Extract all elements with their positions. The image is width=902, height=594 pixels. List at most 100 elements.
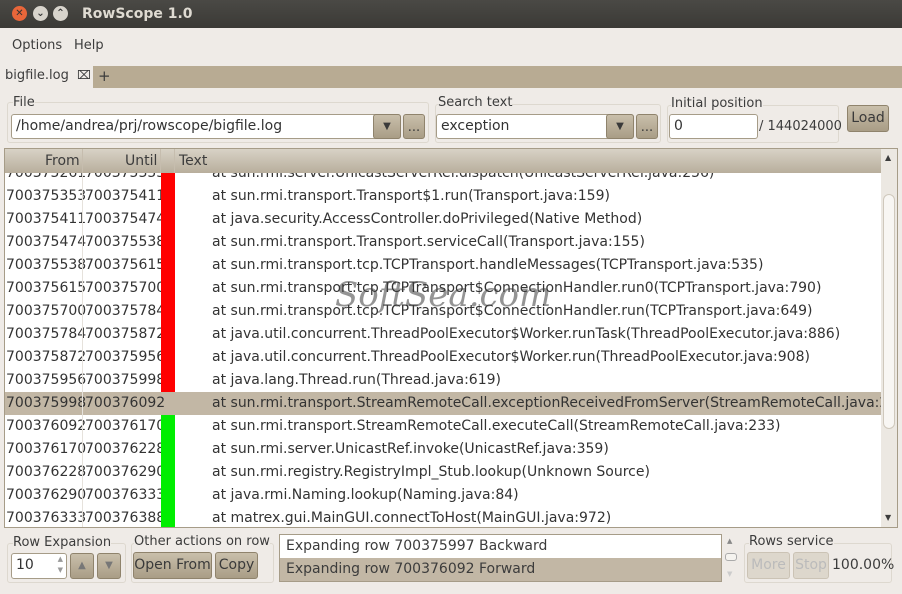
row-color-marker [161, 507, 175, 527]
table-row[interactable]: 700375615 700375700 at sun.rmi.transport… [5, 277, 883, 300]
table-row[interactable]: 700375700 700375784 at sun.rmi.transport… [5, 300, 883, 323]
table-row[interactable]: 700375411 700375474 at java.security.Acc… [5, 208, 883, 231]
position-input[interactable]: 0 [669, 114, 758, 139]
row-expansion-spinner[interactable]: 10 ▲ ▼ [11, 553, 67, 579]
maximize-icon[interactable]: ⌃ [53, 6, 68, 21]
row-color-marker [161, 461, 175, 484]
more-button[interactable]: More [747, 552, 790, 579]
tab-strip: bigfile.log ⌧ + [0, 66, 902, 88]
search-browse-button[interactable]: ... [636, 114, 658, 139]
close-icon[interactable]: ✕ [12, 6, 27, 21]
cell-until: 700375872 [85, 326, 166, 342]
expand-down-button[interactable]: ▼ [97, 553, 121, 579]
cell-from: 700375615 [6, 280, 87, 296]
cell-until: 700376333 [85, 487, 166, 503]
rows-service-label: Rows service [749, 534, 834, 549]
load-button[interactable]: Load [847, 105, 889, 132]
column-from[interactable]: From [45, 153, 80, 169]
expand-up-button[interactable]: ▲ [70, 553, 94, 579]
file-combo[interactable]: /home/andrea/prj/rowscope/bigfile.log ▼ [11, 114, 401, 139]
menu-options[interactable]: Options [12, 38, 62, 53]
scroll-down-icon[interactable]: ▼ [885, 513, 891, 522]
table-row[interactable]: 700375872 700375956 at java.util.concurr… [5, 346, 883, 369]
cell-text: at java.util.concurrent.ThreadPoolExecut… [212, 349, 810, 365]
table-row[interactable]: 700375474 700375538 at sun.rmi.transport… [5, 231, 883, 254]
cell-text: at sun.rmi.server.UnicastRef.invoke(Unic… [212, 441, 609, 457]
file-value: /home/andrea/prj/rowscope/bigfile.log [16, 118, 283, 134]
table-row[interactable]: 700376290 700376333 at java.rmi.Naming.l… [5, 484, 883, 507]
file-label: File [13, 95, 35, 110]
tab-bigfile[interactable]: bigfile.log ⌧ [0, 66, 93, 88]
search-combo[interactable]: exception ▼ [436, 114, 634, 139]
table-row[interactable]: 700376092 700376170 at sun.rmi.transport… [5, 415, 883, 438]
table-row[interactable]: 700375998 700376092 at sun.rmi.transport… [5, 392, 883, 415]
cell-until: 700376170 [85, 418, 166, 434]
chevron-down-icon[interactable]: ▼ [373, 114, 401, 139]
cell-text: at matrex.gui.MainGUI.connectToHost(Main… [212, 510, 612, 526]
row-color-marker [161, 208, 175, 231]
cell-from: 700376170 [6, 441, 87, 457]
cell-until: 700375998 [85, 372, 166, 388]
cell-text: at sun.rmi.transport.tcp.TCPTransport.ha… [212, 257, 764, 273]
cell-text: at java.util.concurrent.ThreadPoolExecut… [212, 326, 841, 342]
row-color-marker [161, 369, 175, 392]
tab-label: bigfile.log [5, 68, 69, 83]
cell-from: 700375353 [6, 188, 87, 204]
chevron-down-icon[interactable]: ▼ [606, 114, 634, 139]
column-until[interactable]: Until [125, 153, 157, 169]
row-color-marker [161, 277, 175, 300]
table-header: From Until Text [5, 149, 883, 173]
table-row[interactable]: 700376170 700376228 at sun.rmi.server.Un… [5, 438, 883, 461]
scrollbar-thumb[interactable] [883, 194, 895, 429]
cell-text: at java.lang.Thread.run(Thread.java:619) [212, 372, 501, 388]
cell-from: 700376092 [6, 418, 87, 434]
table-row[interactable]: 700376228 700376290 at sun.rmi.registry.… [5, 461, 883, 484]
close-tab-icon[interactable]: ⌧ [77, 68, 91, 82]
cell-until: 700375474 [85, 211, 166, 227]
cell-until: 700375784 [85, 303, 166, 319]
spinner-arrows-icon[interactable]: ▲ ▼ [58, 554, 63, 576]
row-expansion-value: 10 [16, 557, 34, 573]
cell-from: 700375474 [6, 234, 87, 250]
table-row[interactable]: 700375261 700375353 at sun.rmi.server.Un… [5, 173, 883, 185]
new-tab-button[interactable]: + [98, 67, 111, 85]
position-label: Initial position [671, 96, 763, 111]
table-row[interactable]: 700375538 700375615 at sun.rmi.transport… [5, 254, 883, 277]
table-row[interactable]: 700375784 700375872 at java.util.concurr… [5, 323, 883, 346]
cell-from: 700375411 [6, 211, 87, 227]
vertical-scrollbar[interactable]: ▲ ▼ [881, 149, 897, 527]
copy-button[interactable]: Copy [215, 552, 258, 579]
column-text[interactable]: Text [179, 153, 207, 169]
cell-text: at sun.rmi.transport.tcp.TCPTransport$Co… [212, 303, 813, 319]
cell-from: 700375784 [6, 326, 87, 342]
minimize-icon[interactable]: ⌄ [33, 6, 48, 21]
cell-from: 700375956 [6, 372, 87, 388]
cell-text: at sun.rmi.registry.RegistryImpl_Stub.lo… [212, 464, 650, 480]
cell-from: 700375700 [6, 303, 87, 319]
position-total: / 144024000 [759, 119, 842, 134]
cell-from: 700376333 [6, 510, 87, 526]
window-title: RowScope 1.0 [82, 6, 193, 22]
log-scrollbar[interactable]: ▲ ▼ [724, 534, 738, 582]
search-label: Search text [438, 95, 513, 110]
table-row[interactable]: 700376333 700376388 at matrex.gui.MainGU… [5, 507, 883, 527]
row-color-marker [161, 173, 175, 185]
table-row[interactable]: 700375956 700375998 at java.lang.Thread.… [5, 369, 883, 392]
open-from-button[interactable]: Open From [133, 552, 212, 579]
table-row[interactable]: 700375353 700375411 at sun.rmi.transport… [5, 185, 883, 208]
title-bar: ✕ ⌄ ⌃ RowScope 1.0 [0, 0, 902, 28]
cell-from: 700375538 [6, 257, 87, 273]
cell-until: 700375411 [85, 188, 166, 204]
scroll-up-icon[interactable]: ▲ [885, 153, 891, 162]
cell-text: at sun.rmi.transport.Transport.serviceCa… [212, 234, 645, 250]
file-browse-button[interactable]: ... [403, 114, 425, 139]
stop-button[interactable]: Stop [793, 552, 829, 579]
cell-until: 700375615 [85, 257, 166, 273]
row-color-marker [161, 346, 175, 369]
row-color-marker [161, 231, 175, 254]
menu-help[interactable]: Help [74, 38, 104, 53]
log-line: Expanding row 700376092 Forward [280, 558, 721, 581]
row-color-marker [161, 185, 175, 208]
cell-text: at sun.rmi.transport.tcp.TCPTransport$Co… [212, 280, 822, 296]
menu-bar: Options Help [0, 28, 902, 64]
